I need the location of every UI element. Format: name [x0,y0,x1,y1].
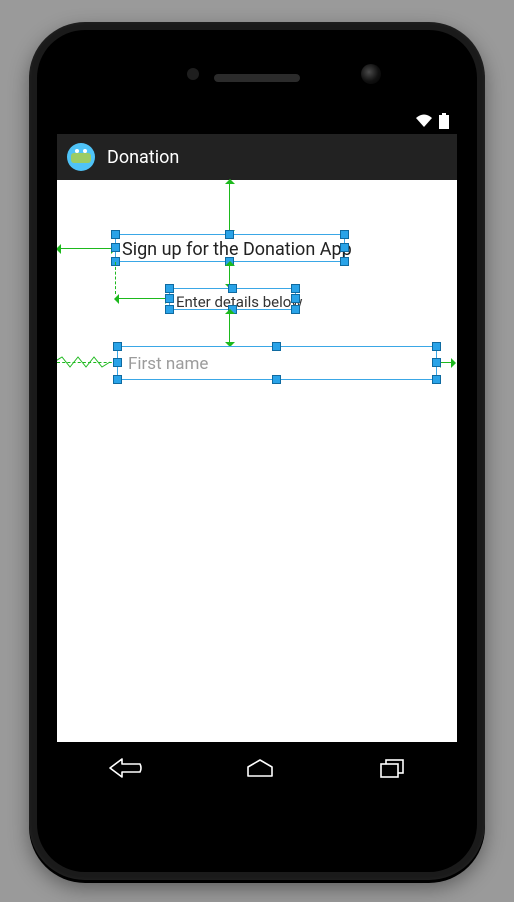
action-bar: Donation [57,134,457,180]
resize-handle[interactable] [113,358,122,367]
resize-handle[interactable] [432,375,441,384]
resize-handle[interactable] [340,230,349,239]
resize-handle[interactable] [432,358,441,367]
textview-subheading[interactable]: Enter details below [169,288,296,310]
device-screen: Donation Sign up for the Donation App [57,108,457,794]
resize-handle[interactable] [225,230,234,239]
app-title: Donation [107,147,179,168]
navigation-bar [57,742,457,794]
resize-handle[interactable] [291,305,300,314]
nav-recent-icon[interactable] [378,758,406,778]
front-camera [361,64,381,84]
constraint-arrow-horizontal [57,248,115,249]
resize-handle[interactable] [113,342,122,351]
edittext-first-name[interactable]: First name [117,346,437,380]
textview-heading-text: Sign up for the Donation App [122,239,352,260]
nav-back-icon[interactable] [108,758,142,778]
status-bar [57,108,457,134]
device-bezel: Donation Sign up for the Donation App [37,30,477,872]
resize-handle[interactable] [111,243,120,252]
device-frame: Donation Sign up for the Donation App [29,22,485,880]
constraint-arrow-horizontal [115,298,169,299]
wifi-icon [415,114,433,128]
resize-handle[interactable] [165,294,174,303]
resize-handle[interactable] [165,305,174,314]
resize-handle[interactable] [228,284,237,293]
constraint-guide [115,262,116,294]
resize-handle[interactable] [113,375,122,384]
battery-icon [439,113,449,129]
constraint-arrow-vertical [229,180,230,234]
resize-handle[interactable] [272,375,281,384]
edittext-placeholder: First name [128,354,208,374]
speaker-grille [214,74,300,82]
resize-handle[interactable] [432,342,441,351]
layout-editor-canvas[interactable]: Sign up for the Donation App [57,180,457,742]
resize-handle[interactable] [111,230,120,239]
resize-handle[interactable] [291,284,300,293]
resize-handle[interactable] [340,243,349,252]
textview-subheading-text: Enter details below [176,293,303,311]
textview-heading[interactable]: Sign up for the Donation App [115,234,345,262]
resize-handle[interactable] [165,284,174,293]
app-icon [67,143,95,171]
proximity-sensor [187,68,199,80]
nav-home-icon[interactable] [245,758,275,778]
constraint-arrow-vertical [229,310,230,346]
resize-handle[interactable] [340,257,349,266]
resize-handle[interactable] [291,294,300,303]
resize-handle[interactable] [272,342,281,351]
